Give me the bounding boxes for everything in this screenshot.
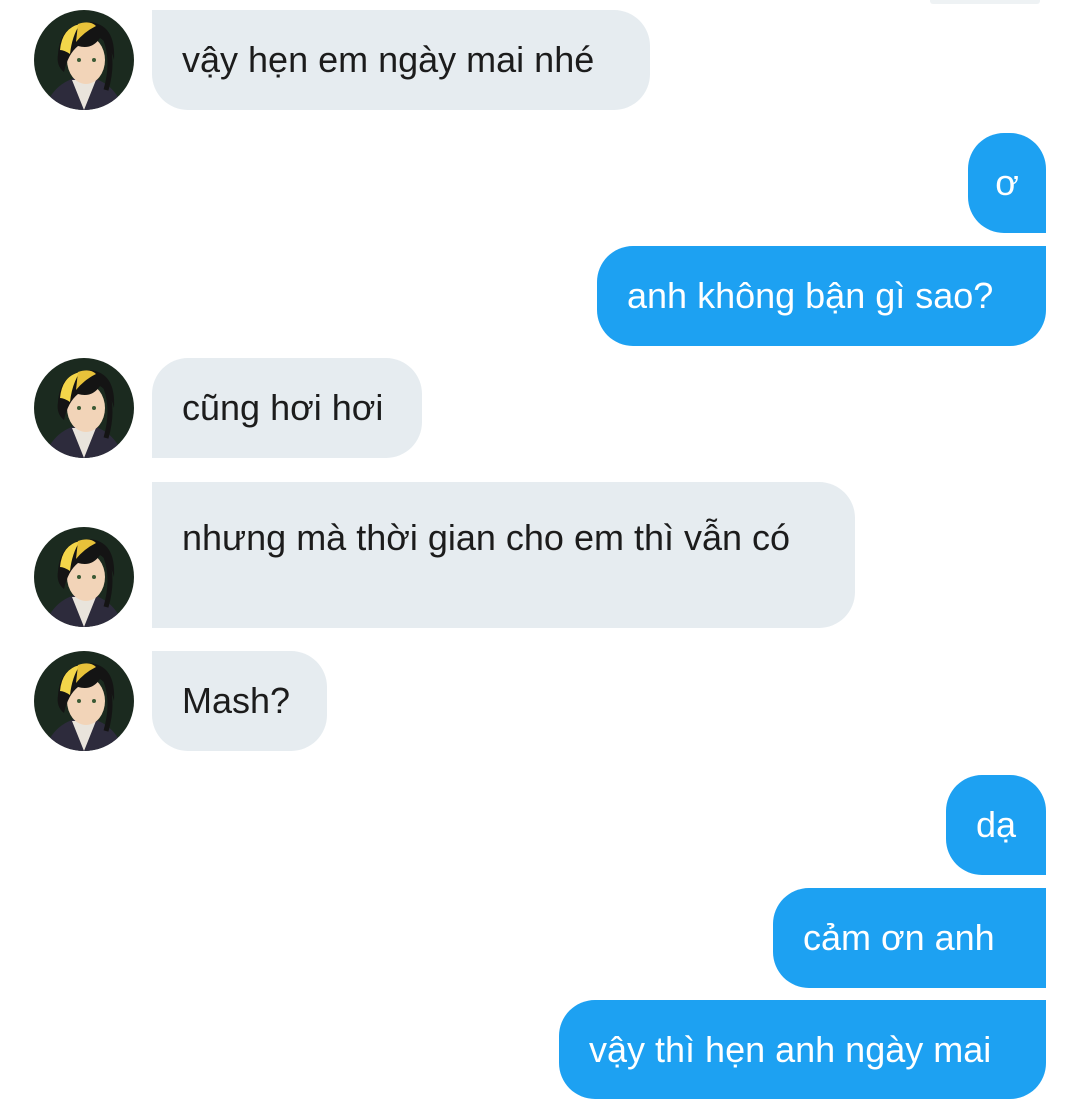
- outgoing-message-bubble[interactable]: vậy thì hẹn anh ngày mai: [559, 1000, 1046, 1099]
- incoming-message-bubble[interactable]: nhưng mà thời gian cho em thì vẫn có: [152, 482, 855, 628]
- outgoing-message-bubble[interactable]: anh không bận gì sao?: [597, 246, 1046, 346]
- incoming-message-bubble[interactable]: Mash?: [152, 651, 327, 751]
- avatar-icon[interactable]: [34, 651, 134, 751]
- anime-man-avatar-icon: [34, 527, 134, 627]
- avatar-icon[interactable]: [34, 10, 134, 110]
- message-text: anh không bận gì sao?: [627, 275, 994, 316]
- avatar-icon[interactable]: [34, 527, 134, 627]
- outgoing-message-bubble[interactable]: ơ: [968, 133, 1046, 233]
- avatar-icon[interactable]: [34, 358, 134, 458]
- anime-man-avatar-icon: [34, 358, 134, 458]
- message-text: cũng hơi hơi: [182, 387, 384, 428]
- message-text: Mash?: [182, 680, 291, 721]
- outgoing-message-bubble[interactable]: dạ: [946, 775, 1046, 875]
- anime-man-avatar-icon: [34, 651, 134, 751]
- outgoing-message-bubble[interactable]: cảm ơn anh: [773, 888, 1046, 988]
- incoming-message-bubble[interactable]: vậy hẹn em ngày mai nhé: [152, 10, 650, 110]
- message-text: cảm ơn anh: [803, 917, 995, 958]
- anime-man-avatar-icon: [34, 10, 134, 110]
- chat-thread: vậy hẹn em ngày mai nhé ơ anh không bận …: [0, 0, 1080, 1099]
- message-text: vậy thì hẹn anh ngày mai: [589, 1028, 992, 1070]
- incoming-message-bubble[interactable]: cũng hơi hơi: [152, 358, 422, 458]
- message-text: ơ: [995, 162, 1019, 203]
- message-text: dạ: [975, 804, 1017, 845]
- message-text: nhưng mà thời gian cho em thì vẫn có: [182, 517, 791, 558]
- top-edge-divider: [930, 0, 1040, 4]
- message-text: vậy hẹn em ngày mai nhé: [182, 39, 595, 80]
